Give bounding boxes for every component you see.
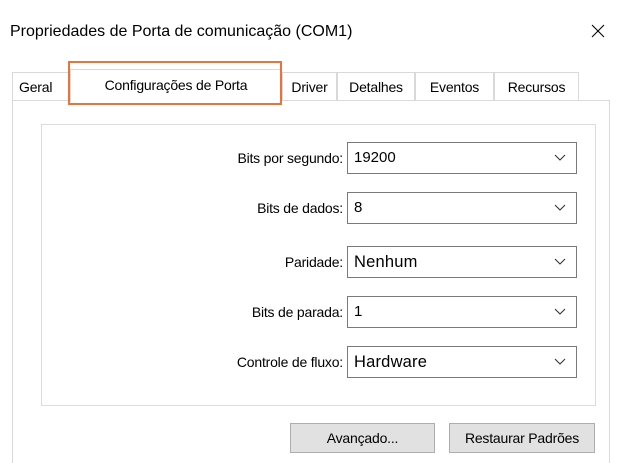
field-flow-control: Controle de fluxo: Hardware xyxy=(41,346,596,378)
tab-driver[interactable]: Driver xyxy=(282,72,337,100)
field-bits-per-second: Bits por segundo: 19200 xyxy=(41,142,596,174)
tab-port-settings[interactable]: Configurações de Porta xyxy=(70,69,282,102)
parity-label: Paridade: xyxy=(284,254,343,270)
window-title: Propriedades de Porta de comunicação (CO… xyxy=(10,23,353,40)
chevron-down-icon xyxy=(554,358,566,365)
chevron-down-icon xyxy=(554,308,566,315)
tab-resources[interactable]: Recursos xyxy=(494,72,579,100)
chevron-down-icon xyxy=(554,258,566,265)
field-stop-bits: Bits de parada: 1 xyxy=(41,296,596,328)
data-bits-select[interactable]: 8 xyxy=(347,192,577,224)
field-data-bits: Bits de dados: 8 xyxy=(41,192,596,224)
restore-defaults-button[interactable]: Restaurar Padrões xyxy=(449,423,595,453)
stop-bits-select[interactable]: 1 xyxy=(347,296,577,328)
stop-bits-value: 1 xyxy=(354,303,363,320)
chevron-down-icon xyxy=(554,204,566,211)
flow-control-select[interactable]: Hardware xyxy=(347,346,577,378)
close-icon xyxy=(591,24,605,38)
tab-details[interactable]: Detalhes xyxy=(337,72,415,100)
flow-control-value: Hardware xyxy=(354,353,428,371)
parity-select[interactable]: Nenhum xyxy=(347,246,577,278)
chevron-down-icon xyxy=(554,154,566,161)
advanced-button[interactable]: Avançado... xyxy=(290,423,435,453)
tab-events[interactable]: Eventos xyxy=(415,72,494,100)
title-bar: Propriedades de Porta de comunicação (CO… xyxy=(0,0,617,44)
tab-general[interactable]: Geral xyxy=(12,72,70,100)
data-bits-value: 8 xyxy=(354,199,363,216)
field-parity: Paridade: Nenhum xyxy=(41,246,596,278)
bits-per-second-label: Bits por segundo: xyxy=(237,150,343,166)
stop-bits-label: Bits de parada: xyxy=(251,304,343,320)
properties-dialog: Propriedades de Porta de comunicação (CO… xyxy=(0,0,617,463)
tab-strip: Geral Configurações de Porta Driver Deta… xyxy=(0,69,617,102)
bits-per-second-value: 19200 xyxy=(354,149,396,166)
close-button[interactable] xyxy=(577,14,617,50)
parity-value: Nenhum xyxy=(354,253,418,271)
bits-per-second-select[interactable]: 19200 xyxy=(347,142,577,174)
flow-control-label: Controle de fluxo: xyxy=(236,354,343,370)
data-bits-label: Bits de dados: xyxy=(257,200,343,216)
